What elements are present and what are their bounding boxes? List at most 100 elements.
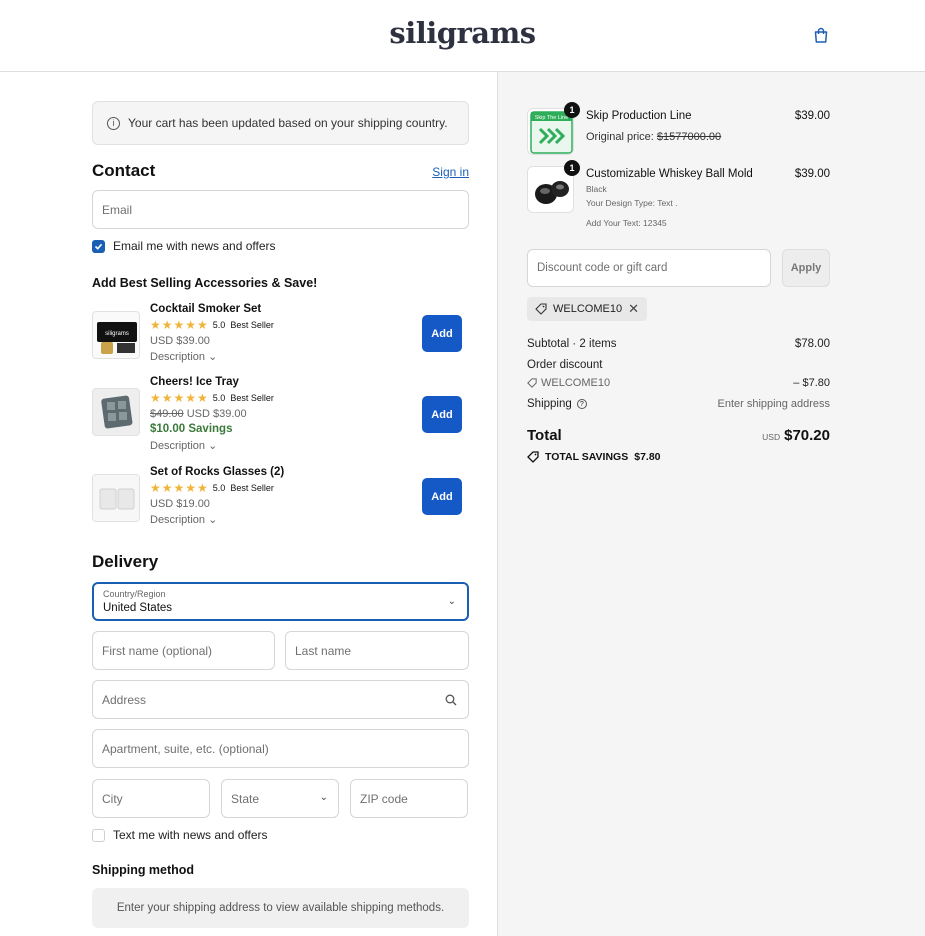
subtotal-label: Subtotal · 2 items [527, 338, 617, 350]
rating: ★★★★★ 5.0 Best Seller [150, 481, 274, 495]
email-news-checkbox[interactable] [92, 239, 105, 253]
subtotal-row: Subtotal · 2 items $78.00 [527, 338, 830, 350]
notice-text: Your cart has been updated based on your… [128, 116, 448, 130]
discount-code-placeholder: Discount code or gift card [537, 262, 668, 274]
zip-field[interactable] [350, 779, 468, 818]
rocks-glasses-thumbnail [92, 474, 140, 522]
state-placeholder: State [231, 791, 260, 806]
first-name-field[interactable] [92, 631, 275, 670]
chevron-down-icon: ⌄ [208, 351, 218, 363]
shipping-value: Enter shipping address [717, 398, 830, 410]
text-news-label: Text me with news and offers [113, 828, 268, 842]
apply-discount-button[interactable]: Apply [782, 249, 830, 287]
applied-discount-chip: WELCOME10 ✕ [527, 297, 647, 321]
accessory-item: siligrams Cocktail Smoker Set ★★★★★ 5.0 … [92, 303, 469, 369]
description-label: Description [150, 514, 206, 526]
remove-discount-icon[interactable]: ✕ [628, 301, 639, 317]
total-value: $70.20 [784, 427, 830, 444]
thumbnail-text: Skip The Line [535, 115, 569, 121]
line-item-price: $39.00 [794, 110, 830, 122]
rating-value: 5.0 [212, 393, 226, 403]
country-select[interactable]: Country/Region United States ⌄ [92, 582, 469, 621]
country-value: United States [103, 602, 173, 614]
shipping-row: Shipping ? Enter shipping address [527, 398, 830, 410]
rating-value: 5.0 [212, 320, 226, 330]
total-label: Total [527, 427, 562, 444]
line-item-name: Skip Production Line [586, 110, 692, 122]
accessory-name: Set of Rocks Glasses (2) [150, 466, 285, 478]
star-rating-icon: ★★★★★ [150, 391, 209, 405]
address-input[interactable] [102, 692, 468, 707]
header: siligrams [0, 0, 925, 72]
text-news-checkbox[interactable] [92, 828, 105, 842]
accessory-price: USD $39.00 [150, 335, 210, 347]
email-news-option[interactable]: Email me with news and offers [92, 239, 276, 253]
check-icon [94, 243, 103, 250]
first-name-input[interactable] [102, 643, 274, 658]
accessory-item: Cheers! Ice Tray ★★★★★ 5.0 Best Seller $… [92, 376, 469, 454]
variant-text: Black [586, 184, 607, 194]
accessory-name: Cocktail Smoker Set [150, 303, 262, 315]
best-seller-badge: Best Seller [230, 483, 274, 493]
address-field[interactable] [92, 680, 469, 719]
info-icon: i [107, 116, 120, 130]
savings-text: $10.00 Savings [150, 423, 233, 435]
chevron-down-icon: ⌄ [208, 514, 218, 526]
design-type-text: Your Design Type: Text . [586, 198, 678, 208]
rating: ★★★★★ 5.0 Best Seller [150, 391, 274, 405]
city-field[interactable] [92, 779, 210, 818]
description-toggle[interactable]: Description ⌄ [150, 439, 217, 452]
help-icon[interactable]: ? [576, 399, 587, 409]
best-seller-badge: Best Seller [230, 320, 274, 330]
rating-value: 5.0 [212, 483, 226, 493]
delivery-heading: Delivery [92, 552, 159, 571]
description-label: Description [150, 351, 206, 363]
email-field[interactable] [92, 190, 469, 229]
description-toggle[interactable]: Description ⌄ [150, 513, 217, 526]
original-price-label: Original price: [586, 131, 654, 143]
text-news-option[interactable]: Text me with news and offers [92, 828, 268, 842]
city-input[interactable] [102, 791, 209, 806]
best-seller-badge: Best Seller [230, 393, 274, 403]
description-toggle[interactable]: Description ⌄ [150, 350, 217, 363]
compare-at-price: $49.00 [150, 408, 184, 420]
accessory-price: USD $19.00 [150, 498, 210, 510]
discount-code-field[interactable]: Discount code or gift card [527, 249, 771, 287]
total-savings: TOTAL SAVINGS $7.80 [527, 451, 661, 463]
shopping-bag-icon[interactable] [812, 26, 830, 44]
tag-icon [527, 451, 539, 463]
search-icon [445, 694, 457, 706]
order-discount-label: Order discount [527, 359, 603, 371]
contact-heading: Contact [92, 161, 156, 180]
original-price: Original price: $1577000.00 [586, 131, 721, 143]
order-line-item: Skip The Line 1 Skip Production Line Ori… [527, 102, 830, 158]
chevron-down-icon: ⌄ [319, 792, 328, 803]
cart-updated-notice: i Your cart has been updated based on yo… [92, 101, 469, 145]
last-name-input[interactable] [295, 643, 468, 658]
total-currency: USD [762, 432, 781, 442]
store-logo[interactable]: siligrams [0, 16, 925, 50]
last-name-field[interactable] [285, 631, 469, 670]
line-item-price: $39.00 [794, 168, 830, 180]
zip-input[interactable] [360, 791, 467, 806]
email-input[interactable] [102, 202, 468, 217]
add-accessory-button[interactable]: Add [422, 396, 462, 433]
add-accessory-button[interactable]: Add [422, 315, 462, 352]
apartment-field[interactable] [92, 729, 469, 768]
shipping-method-heading: Shipping method [92, 863, 195, 877]
savings-value: $7.80 [634, 451, 661, 463]
svg-text:siligrams: siligrams [105, 331, 129, 337]
sign-in-link[interactable]: Sign in [432, 165, 469, 179]
accessory-price: $49.00 USD $39.00 [150, 408, 247, 420]
sale-price: USD $39.00 [186, 408, 247, 420]
star-rating-icon: ★★★★★ [150, 318, 209, 332]
accessory-name: Cheers! Ice Tray [150, 376, 239, 388]
custom-text: Add Your Text: 12345 [586, 218, 667, 228]
ice-tray-thumbnail [92, 388, 140, 436]
add-accessory-button[interactable]: Add [422, 478, 462, 515]
savings-label: TOTAL SAVINGS [545, 451, 629, 463]
state-select[interactable]: State ⌄ [221, 779, 339, 818]
accessory-item: Set of Rocks Glasses (2) ★★★★★ 5.0 Best … [92, 466, 469, 532]
apartment-input[interactable] [102, 741, 468, 756]
chevron-down-icon: ⌄ [208, 440, 218, 452]
